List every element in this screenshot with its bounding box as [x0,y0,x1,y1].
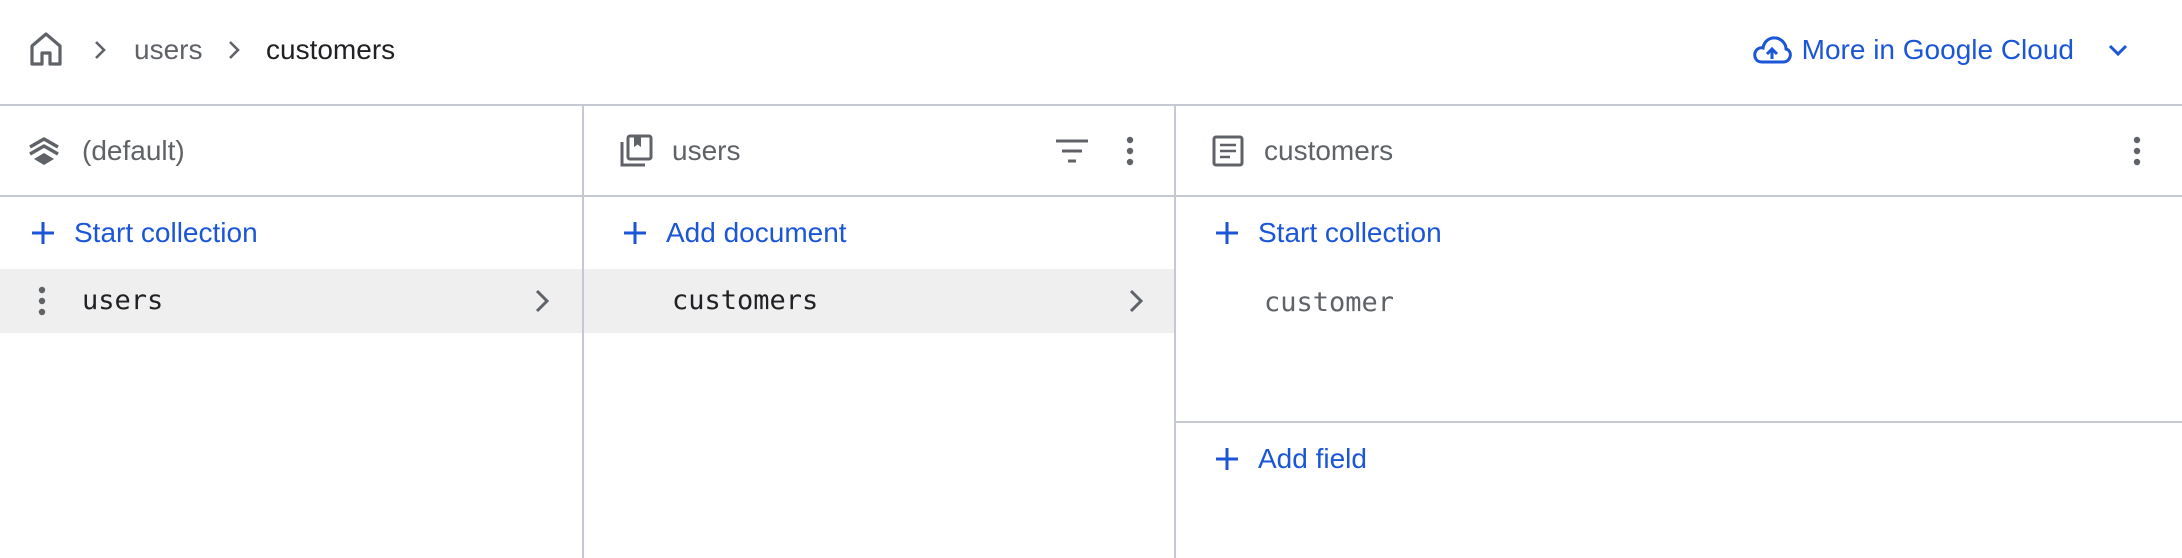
start-collection-label: Start collection [1258,217,1442,248]
plus-icon [1212,218,1242,248]
document-icon [1210,133,1246,169]
cloud-icon [1752,32,1792,68]
database-panel-header: (default) [0,106,582,197]
more-vert-icon[interactable] [36,285,48,317]
chevron-down-icon [2104,36,2132,64]
collection-item-label: users [82,285,164,316]
add-field-label: Add field [1258,443,1367,474]
more-in-google-cloud-button[interactable]: More in Google Cloud [1752,28,2132,72]
database-title: (default) [82,135,185,166]
divider [1176,421,2182,423]
collection-title: users [672,135,741,166]
document-title: customers [1264,135,1394,166]
top-bar: users customers More in Google Cloud [0,0,2182,106]
chevron-right-icon [88,38,112,62]
home-icon[interactable] [26,29,66,69]
plus-icon [1212,444,1242,474]
breadcrumb-item-users[interactable]: users [134,33,202,67]
start-collection-button[interactable]: Start collection [28,213,258,253]
plus-icon [620,218,650,248]
document-list-item[interactable]: customers [584,269,1174,333]
collection-panel: users Add document customers [584,106,1176,558]
add-document-button[interactable]: Add document [620,213,847,253]
document-panel: customers Start collection customer Add … [1176,106,2182,558]
plus-icon [28,218,58,248]
breadcrumb-item-customers: customers [266,34,396,65]
chevron-right-icon [1122,287,1150,315]
start-collection-label: Start collection [74,217,258,248]
add-document-label: Add document [666,217,847,248]
more-vert-icon[interactable] [1124,135,1136,167]
subcollection-item[interactable]: customer [1264,286,1394,320]
chevron-right-icon [528,287,556,315]
add-field-button[interactable]: Add field [1212,439,1367,479]
collection-list-item[interactable]: users [0,269,582,333]
document-item-label: customers [672,285,819,316]
more-vert-icon[interactable] [2131,135,2143,167]
more-in-google-cloud-label: More in Google Cloud [1801,34,2074,65]
document-panel-header: customers [1176,106,2182,197]
database-icon [26,133,62,169]
collection-panel-header: users [584,106,1174,197]
database-panel: (default) Start collection users [0,106,584,558]
start-collection-button[interactable]: Start collection [1212,213,1442,253]
chevron-right-icon [222,38,246,62]
filter-icon[interactable] [1054,136,1090,166]
collection-icon [618,133,654,169]
